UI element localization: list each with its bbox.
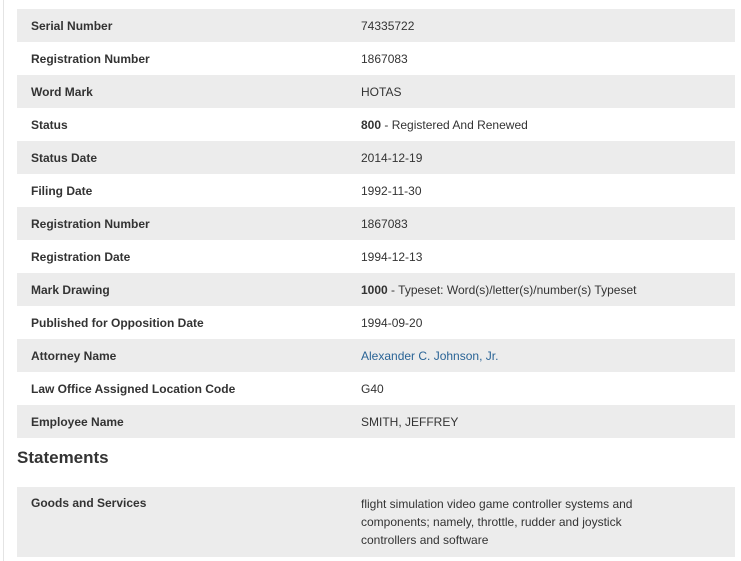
status-date-label: Status Date bbox=[31, 150, 98, 165]
details-table: Serial Number 74335722 Registration Numb… bbox=[17, 9, 735, 438]
filing-date-label: Filing Date bbox=[31, 183, 93, 198]
detail-row-registration-number-2: Registration Number 1867083 bbox=[17, 207, 735, 240]
trademark-details: Serial Number 74335722 Registration Numb… bbox=[17, 9, 735, 557]
registration-number-value: 1867083 bbox=[361, 51, 408, 66]
detail-row-serial-number: Serial Number 74335722 bbox=[17, 9, 735, 42]
status-code: 800 bbox=[361, 117, 382, 132]
detail-row-published-opposition-date: Published for Opposition Date 1994-09-20 bbox=[17, 306, 735, 339]
status-description: - Registered And Renewed bbox=[381, 117, 528, 132]
detail-row-registration-number: Registration Number 1867083 bbox=[17, 42, 735, 75]
detail-row-registration-date: Registration Date 1994-12-13 bbox=[17, 240, 735, 273]
goods-services-label: Goods and Services bbox=[31, 496, 147, 510]
registration-date-label: Registration Date bbox=[31, 249, 131, 264]
serial-number-label: Serial Number bbox=[31, 18, 113, 33]
mark-drawing-code: 1000 bbox=[361, 282, 388, 297]
registration-date-value: 1994-12-13 bbox=[361, 249, 423, 264]
published-opposition-date-label: Published for Opposition Date bbox=[31, 315, 204, 330]
goods-services-value: flight simulation video game controller … bbox=[361, 497, 633, 547]
registration-number-label: Registration Number bbox=[31, 51, 150, 66]
registration-number-label-2: Registration Number bbox=[31, 216, 150, 231]
word-mark-value: HOTAS bbox=[361, 84, 402, 99]
mark-drawing-value: 1000 - Typeset: Word(s)/letter(s)/number… bbox=[361, 283, 735, 297]
law-office-location-code-value: G40 bbox=[361, 381, 384, 396]
detail-row-mark-drawing: Mark Drawing 1000 - Typeset: Word(s)/let… bbox=[17, 273, 735, 306]
detail-row-law-office-location-code: Law Office Assigned Location Code G40 bbox=[17, 372, 735, 405]
employee-name-label: Employee Name bbox=[31, 414, 124, 429]
employee-name-value: SMITH, JEFFREY bbox=[361, 414, 459, 429]
registration-number-value-2: 1867083 bbox=[361, 216, 408, 231]
attorney-name-label: Attorney Name bbox=[31, 348, 117, 363]
statements-heading: Statements bbox=[17, 448, 109, 467]
statements-table: Goods and Services flight simulation vid… bbox=[17, 487, 735, 557]
page-left-border bbox=[3, 0, 4, 561]
status-date-value: 2014-12-19 bbox=[361, 150, 423, 165]
serial-number-value: 74335722 bbox=[361, 18, 415, 33]
mark-drawing-label: Mark Drawing bbox=[31, 282, 110, 297]
law-office-location-code-label: Law Office Assigned Location Code bbox=[31, 381, 236, 396]
detail-row-attorney-name: Attorney Name Alexander C. Johnson, Jr. bbox=[17, 339, 735, 372]
attorney-name-value: Alexander C. Johnson, Jr. bbox=[361, 349, 735, 363]
status-label: Status bbox=[31, 117, 68, 132]
detail-row-filing-date: Filing Date 1992-11-30 bbox=[17, 174, 735, 207]
published-opposition-date-value: 1994-09-20 bbox=[361, 315, 423, 330]
mark-drawing-description: - Typeset: Word(s)/letter(s)/number(s) T… bbox=[387, 282, 637, 297]
status-value: 800 - Registered And Renewed bbox=[361, 118, 735, 132]
word-mark-label: Word Mark bbox=[31, 84, 93, 99]
detail-row-employee-name: Employee Name SMITH, JEFFREY bbox=[17, 405, 735, 438]
detail-row-status-date: Status Date 2014-12-19 bbox=[17, 141, 735, 174]
detail-row-word-mark: Word Mark HOTAS bbox=[17, 75, 735, 108]
detail-row-status: Status 800 - Registered And Renewed bbox=[17, 108, 735, 141]
attorney-name-link[interactable]: Alexander C. Johnson, Jr. bbox=[361, 349, 498, 363]
statement-row-goods-services: Goods and Services flight simulation vid… bbox=[17, 487, 735, 557]
filing-date-value: 1992-11-30 bbox=[361, 183, 422, 198]
